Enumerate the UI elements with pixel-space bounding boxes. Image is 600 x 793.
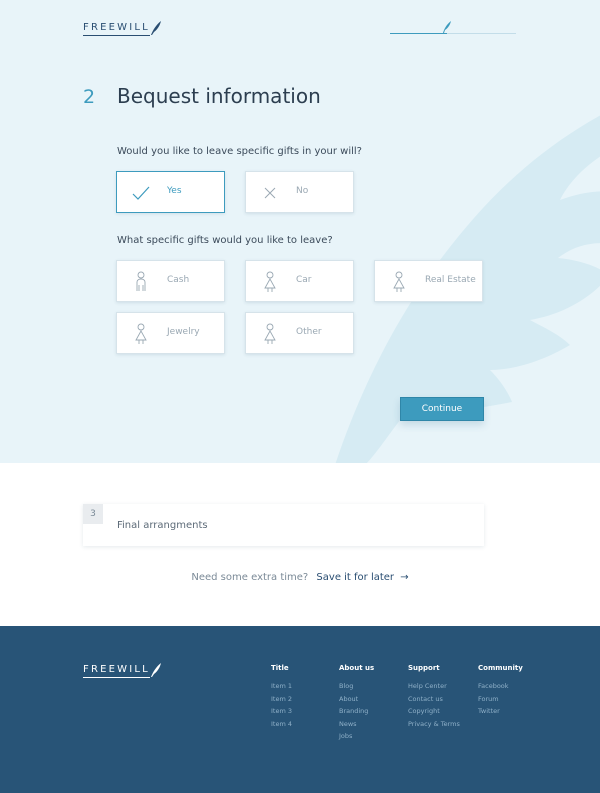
footer-column-heading: Title <box>271 664 289 672</box>
footer-link[interactable]: News <box>339 718 374 731</box>
next-step-title: Final arrangments <box>117 520 208 531</box>
quill-icon <box>150 21 161 35</box>
brand-logo-text: FREEWILL <box>83 22 150 36</box>
progress-indicator <box>390 20 516 36</box>
footer-column-heading: Support <box>408 664 440 672</box>
save-later-link[interactable]: Save it for later <box>316 572 394 583</box>
gift-option-jewelry[interactable]: Jewelry <box>116 312 225 354</box>
gift-types-question: What specific gifts would you like to le… <box>117 235 333 246</box>
brand-logo[interactable]: FREEWILL <box>83 20 162 36</box>
next-step-card[interactable]: 3 Final arrangments <box>83 504 484 546</box>
footer-logo[interactable]: FREEWILL <box>83 662 162 678</box>
footer-link[interactable]: Jobs <box>339 730 374 743</box>
save-later-row: Need some extra time? Save it for later … <box>0 572 600 583</box>
step-section: FREEWILL 2 Bequest information Would you… <box>0 0 600 463</box>
footer-link[interactable]: Privacy & Terms <box>408 718 460 731</box>
footer-link[interactable]: Item 4 <box>271 718 292 731</box>
footer-link[interactable]: Branding <box>339 705 374 718</box>
footer-column-title: Title Item 1 Item 2 Item 3 Item 4 <box>271 664 292 730</box>
quill-icon <box>443 21 451 33</box>
option-label: Other <box>296 327 322 337</box>
option-label: Yes <box>167 186 182 196</box>
option-label: Cash <box>167 275 190 285</box>
person-icon <box>131 270 151 294</box>
gift-option-cash[interactable]: Cash <box>116 260 225 302</box>
gift-option-real-estate[interactable]: Real Estate <box>374 260 483 302</box>
footer-link[interactable]: Item 2 <box>271 693 292 706</box>
step-title: Bequest information <box>117 84 321 108</box>
footer-column-support: Support Help Center Contact us Copyright… <box>408 664 460 730</box>
person-icon <box>260 322 280 346</box>
continue-button[interactable]: Continue <box>400 397 484 421</box>
gift-option-other[interactable]: Other <box>245 312 354 354</box>
no-option[interactable]: No <box>245 171 354 213</box>
footer-link[interactable]: Help Center <box>408 680 460 693</box>
gifts-question: Would you like to leave specific gifts i… <box>117 146 362 157</box>
footer: FREEWILL Title Item 1 Item 2 Item 3 Item… <box>0 626 600 793</box>
person-icon <box>260 270 280 294</box>
footer-link[interactable]: About <box>339 693 374 706</box>
footer-link[interactable]: Contact us <box>408 693 460 706</box>
footer-column-community: Community Facebook Forum Twitter <box>478 664 523 718</box>
footer-link[interactable]: Forum <box>478 693 523 706</box>
quill-icon <box>150 663 161 677</box>
check-icon <box>131 181 151 205</box>
footer-link[interactable]: Copyright <box>408 705 460 718</box>
person-icon <box>131 322 151 346</box>
footer-link[interactable]: Item 3 <box>271 705 292 718</box>
footer-logo-text: FREEWILL <box>83 664 150 678</box>
footer-column-heading: Community <box>478 664 523 672</box>
footer-column-about: About us Blog About Branding News Jobs <box>339 664 374 743</box>
yes-option[interactable]: Yes <box>116 171 225 213</box>
step-number: 2 <box>83 86 96 108</box>
next-step-number: 3 <box>83 504 103 524</box>
arrow-right-icon[interactable]: → <box>400 572 408 583</box>
footer-link[interactable]: Twitter <box>478 705 523 718</box>
footer-link[interactable]: Facebook <box>478 680 523 693</box>
option-label: Jewelry <box>167 327 200 337</box>
x-icon <box>260 181 280 205</box>
footer-link[interactable]: Blog <box>339 680 374 693</box>
option-label: Real Estate <box>425 275 476 285</box>
option-label: Car <box>296 275 312 285</box>
footer-link[interactable]: Item 1 <box>271 680 292 693</box>
gift-option-car[interactable]: Car <box>245 260 354 302</box>
person-icon <box>389 270 409 294</box>
save-prompt: Need some extra time? <box>191 572 309 583</box>
option-label: No <box>296 186 309 196</box>
footer-column-heading: About us <box>339 664 375 672</box>
progress-fill <box>390 33 447 34</box>
